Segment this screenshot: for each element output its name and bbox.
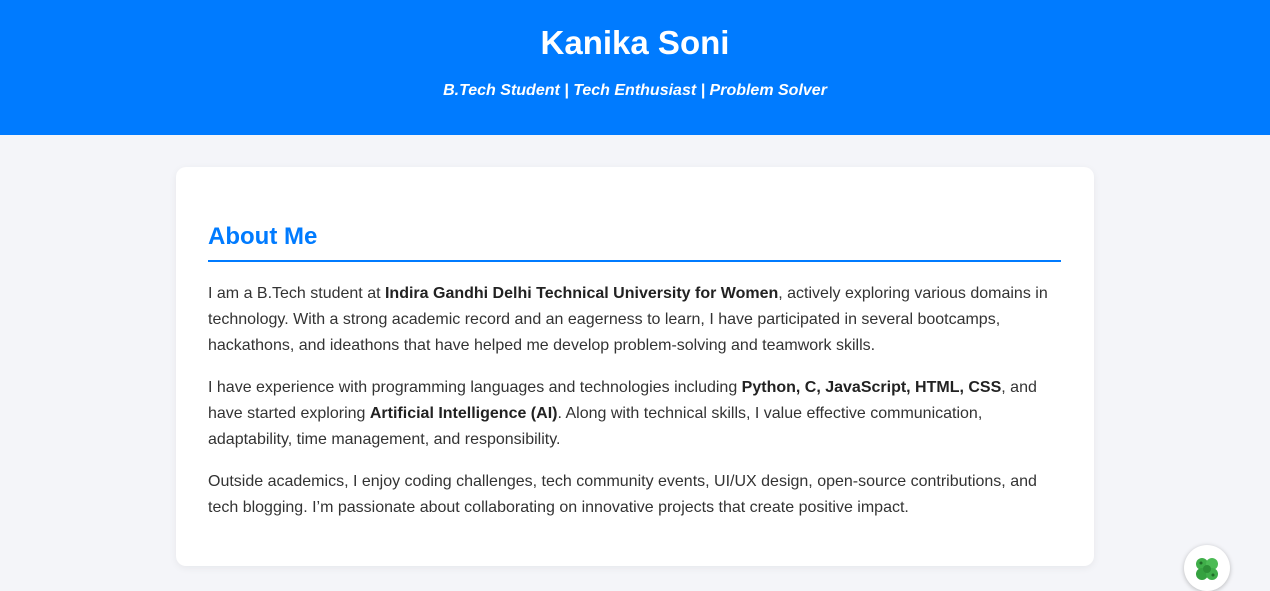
floating-action-button[interactable] <box>1184 545 1230 591</box>
paragraph-text: I have experience with programming langu… <box>208 379 742 396</box>
page-title: Kanika Soni <box>540 24 730 61</box>
ai-highlight: Artificial Intelligence (AI) <box>369 405 558 422</box>
skills-list: Python, C, JavaScript, HTML, CSS <box>741 379 1002 396</box>
clover-icon <box>1192 554 1222 589</box>
paragraph-text: Outside academics, I enjoy coding challe… <box>208 473 1037 516</box>
heading-divider <box>208 260 1061 262</box>
page-header: Kanika Soni B.Tech Student | Tech Enthus… <box>0 0 1270 135</box>
about-paragraph-2: I have experience with programming langu… <box>208 375 1061 453</box>
university-name: Indira Gandhi Delhi Technical University… <box>384 285 779 302</box>
about-heading: About Me <box>208 223 318 250</box>
about-card: About Me I am a B.Tech student at Indira… <box>176 167 1094 566</box>
about-paragraph-3: Outside academics, I enjoy coding challe… <box>208 469 1061 521</box>
about-paragraph-1: I am a B.Tech student at Indira Gandhi D… <box>208 281 1061 359</box>
page-tagline: B.Tech Student | Tech Enthusiast | Probl… <box>443 82 827 99</box>
paragraph-text: I am a B.Tech student at <box>208 285 385 302</box>
